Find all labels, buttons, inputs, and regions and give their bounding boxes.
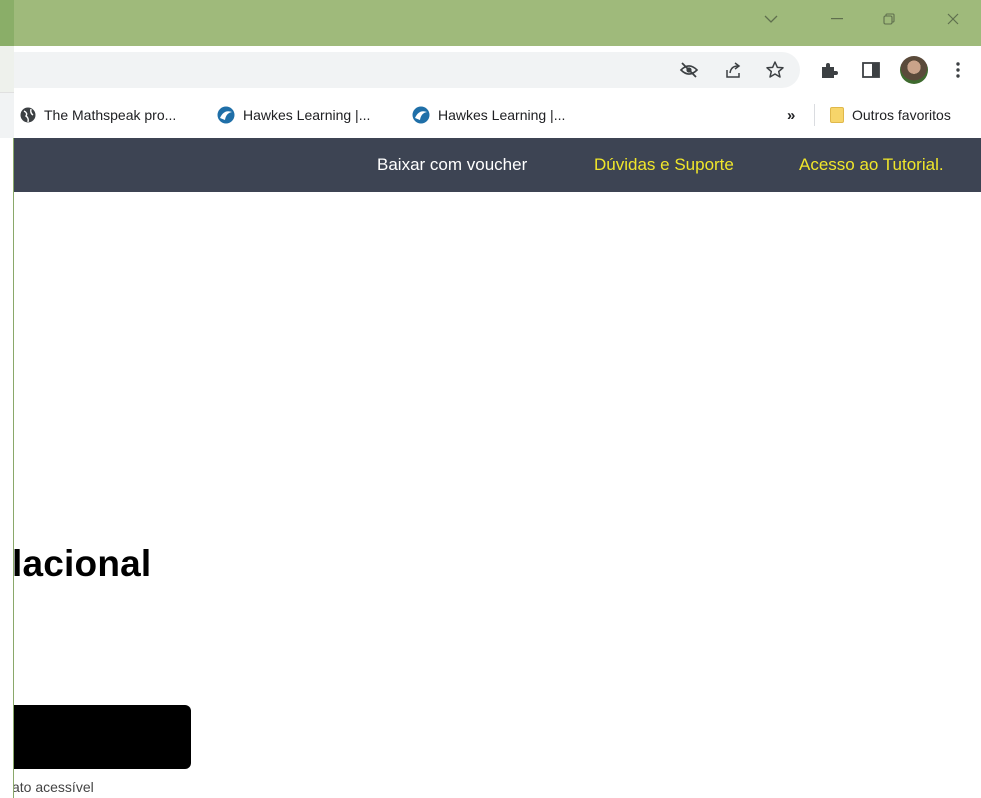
globe-icon <box>20 107 36 123</box>
side-panel-button[interactable] <box>860 59 882 81</box>
site-nav: Baixar com voucher Dúvidas e Suporte Ace… <box>14 138 981 192</box>
restore-button[interactable] <box>860 0 918 38</box>
bookmark-item[interactable]: The Mathspeak pro... <box>20 104 176 126</box>
bookmark-item[interactable]: Hawkes Learning |... <box>217 104 370 126</box>
bookmarks-separator <box>814 104 815 126</box>
bookmarks-overflow-button[interactable]: » <box>787 104 795 126</box>
page-heading: lacional <box>12 543 152 584</box>
accessible-format-note: ato acessível <box>12 779 94 795</box>
chevron-down-icon <box>764 15 778 23</box>
extensions-icon <box>822 63 838 78</box>
chevron-double-right-icon: » <box>787 106 796 124</box>
hawkes-logo-icon <box>412 106 430 124</box>
nav-link-support[interactable]: Dúvidas e Suporte <box>594 138 734 192</box>
eye-off-icon <box>679 62 699 78</box>
window-left-edge <box>0 0 14 798</box>
titlebar-edge <box>0 0 14 46</box>
bookmark-label: Hawkes Learning |... <box>243 107 371 123</box>
close-icon <box>947 13 959 25</box>
tab-search-button[interactable] <box>742 0 800 38</box>
bookmarks-bar: The Mathspeak pro... Hawkes Learning |..… <box>14 92 981 138</box>
bookmark-label: The Mathspeak pro... <box>44 107 177 123</box>
other-favorites-folder[interactable]: Outros favoritos <box>830 104 951 126</box>
side-panel-icon <box>862 62 880 78</box>
bookmark-star-button[interactable] <box>764 59 786 81</box>
bookmark-label: Hawkes Learning |... <box>438 107 566 123</box>
title-bar <box>14 0 981 46</box>
nav-link-tutorial[interactable]: Acesso ao Tutorial. <box>799 138 944 192</box>
avatar[interactable] <box>900 56 928 84</box>
folder-icon <box>830 107 844 123</box>
tracking-protection-button[interactable] <box>678 60 700 80</box>
nav-link-voucher[interactable]: Baixar com voucher <box>377 138 527 192</box>
close-button[interactable] <box>924 0 981 38</box>
browser-toolbar <box>14 46 981 92</box>
restore-icon <box>883 13 895 25</box>
hawkes-logo-icon <box>217 106 235 124</box>
download-button[interactable] <box>6 705 191 769</box>
minimize-icon <box>831 18 843 20</box>
more-vert-icon <box>956 62 960 78</box>
extensions-button[interactable] <box>818 59 840 81</box>
share-button[interactable] <box>722 60 744 80</box>
bookmark-item[interactable]: Hawkes Learning |... <box>412 104 565 126</box>
share-icon <box>726 62 741 78</box>
menu-button[interactable] <box>948 59 968 81</box>
bookmark-edge <box>0 92 14 138</box>
star-icon <box>766 61 784 78</box>
other-favorites-label: Outros favoritos <box>852 107 951 123</box>
minimize-button[interactable] <box>808 0 866 38</box>
tab-edge <box>0 46 14 92</box>
